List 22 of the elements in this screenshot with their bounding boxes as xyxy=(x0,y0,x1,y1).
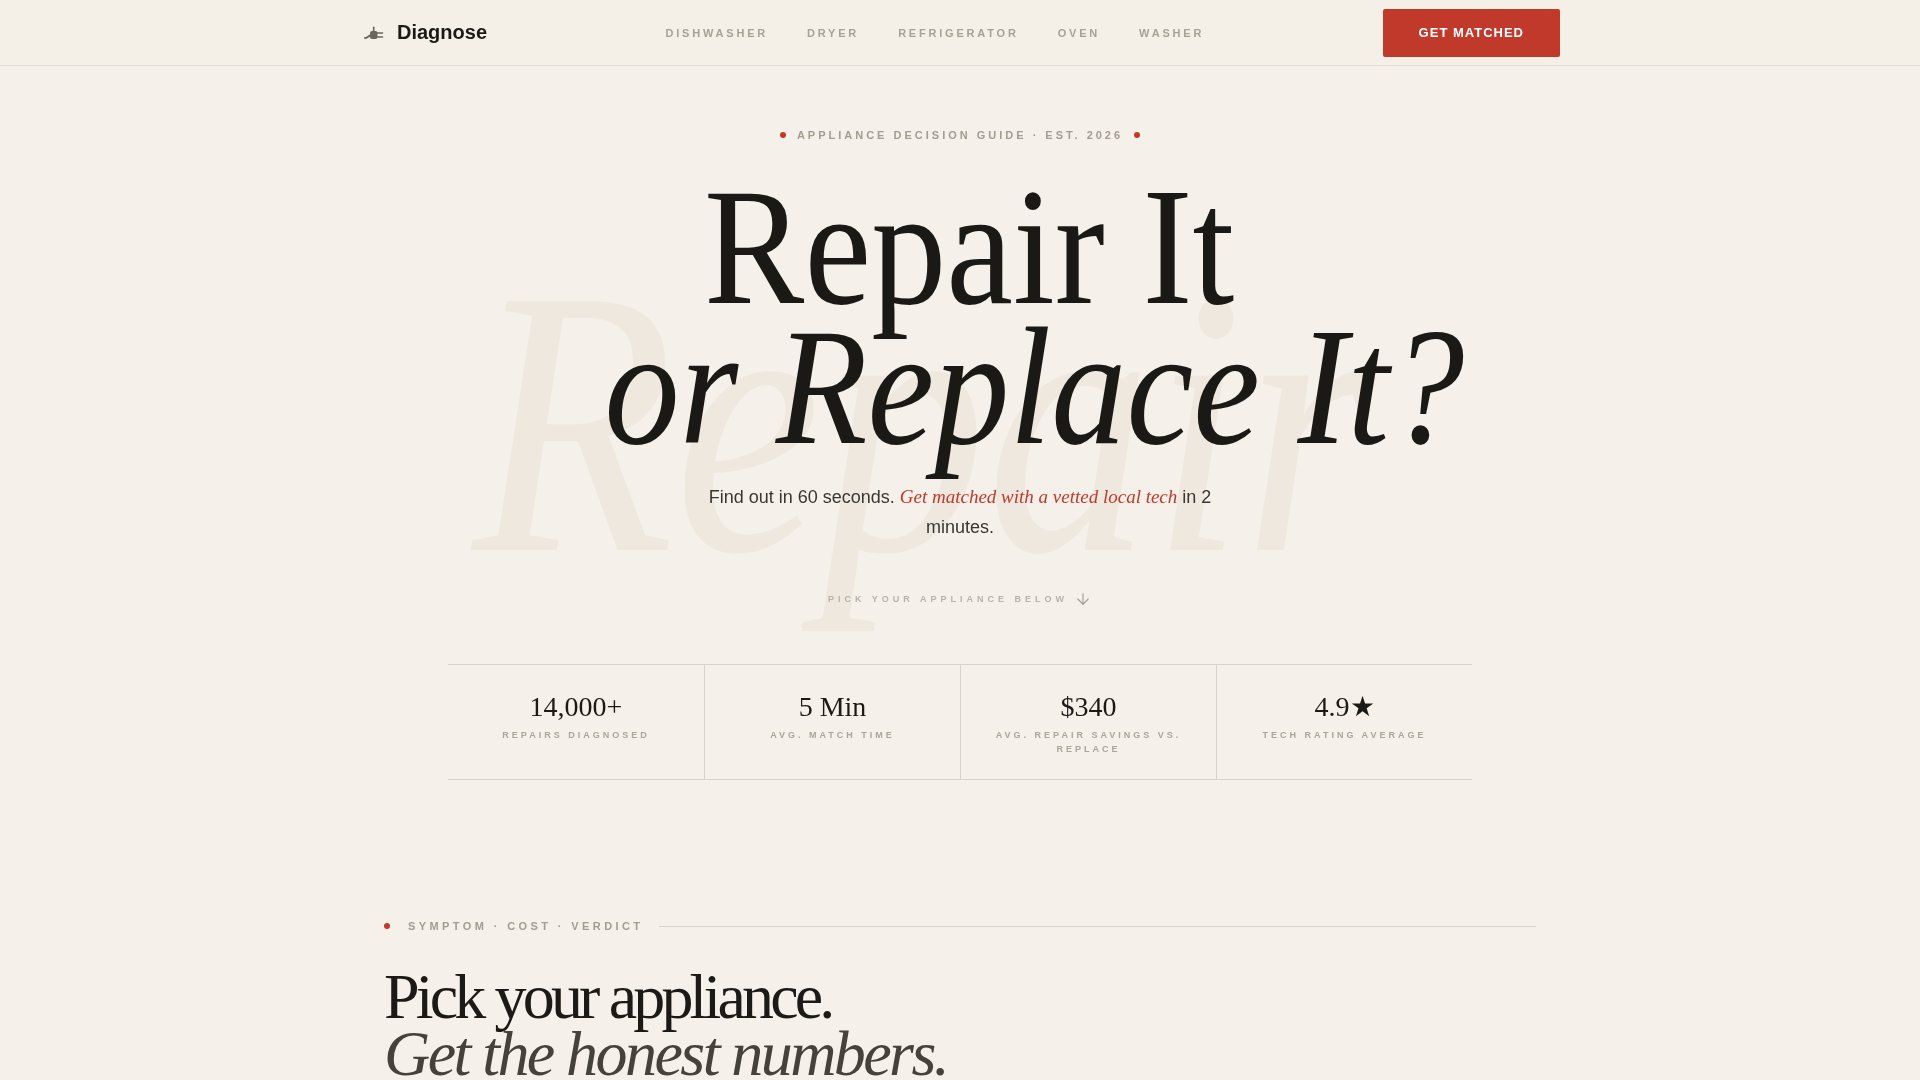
eyebrow-text: APPLIANCE DECISION GUIDE · EST. 2026 xyxy=(796,128,1124,142)
dot-icon xyxy=(1134,132,1141,138)
nav-link[interactable]: WASHER xyxy=(1139,26,1205,39)
section-heading: Pick your appliance. xyxy=(384,961,832,1032)
stat-label: AVG. MATCH TIME xyxy=(770,729,895,742)
nav-link[interactable]: OVEN xyxy=(1057,26,1101,39)
stat-value: $340 xyxy=(1060,690,1117,724)
nav-link[interactable]: REFRIGERATOR xyxy=(898,26,1019,39)
stat-value: 4.9★ xyxy=(1314,690,1375,724)
stat-label: REPAIRS DIAGNOSED xyxy=(502,729,650,742)
plug-icon xyxy=(364,25,384,40)
dot-icon xyxy=(384,923,390,929)
get-matched-button[interactable]: GET MATCHED xyxy=(1382,8,1560,57)
section-eyebrow: SYMPTOM · COST · VERDICT xyxy=(408,919,644,933)
stat-label: AVG. REPAIR SAVINGS VS. REPLACE xyxy=(994,729,1183,756)
nav-link[interactable]: DRYER xyxy=(807,26,860,39)
stat-value: 5 Min xyxy=(798,690,867,724)
nav-link[interactable]: DISHWASHER xyxy=(665,26,768,39)
stat-value: 14,000+ xyxy=(529,690,623,724)
stat-label: TECH RATING AVERAGE xyxy=(1262,729,1427,742)
brand-link[interactable]: Diagnose xyxy=(360,21,488,44)
dot-icon xyxy=(779,132,786,138)
